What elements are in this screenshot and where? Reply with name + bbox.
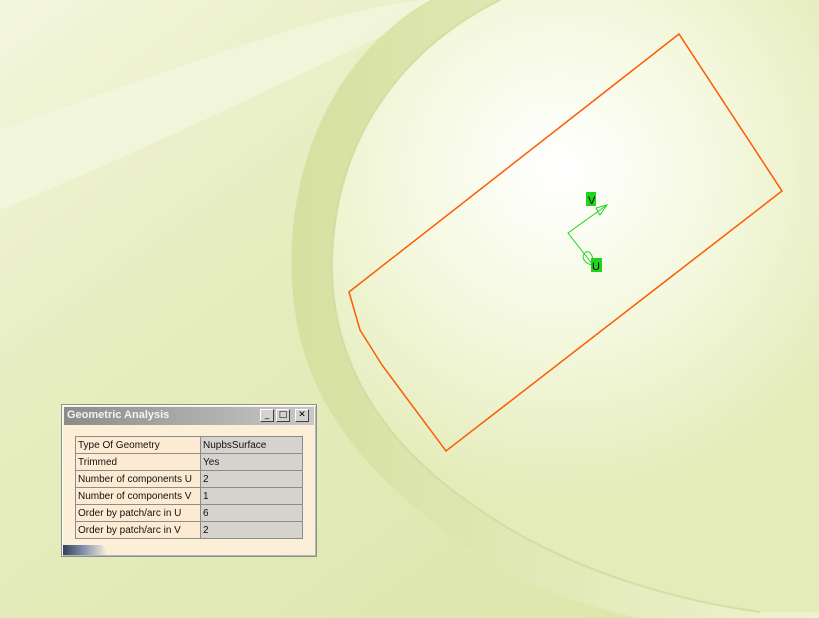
table-row: Trimmed Yes <box>75 453 303 471</box>
row-label: Order by patch/arc in U <box>75 504 201 522</box>
table-row: Order by patch/arc in V 2 <box>75 521 303 539</box>
row-value: NupbsSurface <box>200 436 303 454</box>
row-label: Number of components U <box>75 470 201 488</box>
table-row: Number of components U 2 <box>75 470 303 488</box>
dialog-titlebar[interactable]: Geometric Analysis _ □ ✕ <box>64 407 314 425</box>
row-label: Number of components V <box>75 487 201 505</box>
v-axis-label: V <box>588 195 596 207</box>
row-value: 6 <box>200 504 303 522</box>
row-value: 2 <box>200 521 303 539</box>
dialog-title: Geometric Analysis <box>67 409 170 421</box>
u-axis-label: U <box>592 261 600 273</box>
table-row: Number of components V 1 <box>75 487 303 505</box>
row-label: Order by patch/arc in V <box>75 521 201 539</box>
dialog-corner-decoration <box>63 545 107 555</box>
close-button[interactable]: ✕ <box>295 409 309 422</box>
row-label: Type Of Geometry <box>75 436 201 454</box>
table-row: Order by patch/arc in U 6 <box>75 504 303 522</box>
row-value: Yes <box>200 453 303 471</box>
row-value: 1 <box>200 487 303 505</box>
row-label: Trimmed <box>75 453 201 471</box>
minimize-button[interactable]: _ <box>260 409 274 422</box>
analysis-table: Type Of Geometry NupbsSurface Trimmed Ye… <box>75 436 303 539</box>
table-row: Type Of Geometry NupbsSurface <box>75 436 303 454</box>
geometric-analysis-dialog: Geometric Analysis _ □ ✕ Type Of Geometr… <box>61 404 317 557</box>
maximize-button[interactable]: □ <box>276 409 290 422</box>
row-value: 2 <box>200 470 303 488</box>
